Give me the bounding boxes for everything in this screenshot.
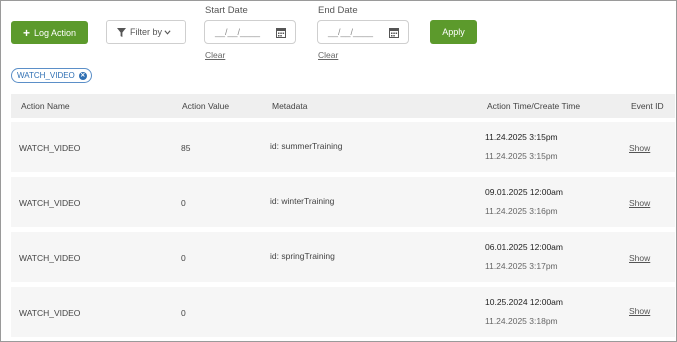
end-date-label: End Date bbox=[318, 5, 358, 16]
start-date-placeholder: __/__/____ bbox=[215, 27, 261, 37]
show-event-id-link[interactable]: Show bbox=[629, 198, 650, 208]
active-filter-label: WATCH_VIDEO bbox=[17, 71, 75, 80]
log-action-button[interactable]: + Log Action bbox=[11, 21, 88, 44]
metadata-cell: id: winterTraining bbox=[270, 196, 335, 206]
filter-by-label: Filter by bbox=[129, 27, 162, 37]
action-name-cell: WATCH_VIDEO bbox=[19, 308, 81, 318]
end-date-placeholder: __/__/____ bbox=[328, 27, 374, 37]
action-value-cell: 0 bbox=[181, 308, 186, 318]
apply-button[interactable]: Apply bbox=[430, 20, 477, 44]
show-event-id-link[interactable]: Show bbox=[629, 306, 650, 316]
end-date-clear-link[interactable]: Clear bbox=[318, 50, 338, 60]
action-time-cell: 09.01.2025 12:00am bbox=[485, 187, 563, 197]
table-row: WATCH_VIDEO 0 10.25.2024 12:00am 11.24.2… bbox=[11, 287, 675, 337]
action-value-cell: 0 bbox=[181, 253, 186, 263]
column-header-event-id: Event ID bbox=[631, 101, 664, 111]
action-name-cell: WATCH_VIDEO bbox=[19, 253, 81, 263]
active-filter-chip[interactable]: WATCH_VIDEO ✕ bbox=[11, 68, 92, 83]
create-time-cell: 11.24.2025 3:16pm bbox=[485, 206, 558, 216]
action-time-cell: 11.24.2025 3:15pm bbox=[485, 132, 558, 142]
calendar-icon[interactable] bbox=[276, 27, 286, 38]
start-date-input[interactable]: __/__/____ bbox=[204, 20, 296, 44]
create-time-cell: 11.24.2025 3:15pm bbox=[485, 151, 558, 161]
table-row: WATCH_VIDEO 0 id: winterTraining 09.01.2… bbox=[11, 177, 675, 227]
start-date-label: Start Date bbox=[205, 5, 248, 16]
create-time-cell: 11.24.2025 3:17pm bbox=[485, 261, 558, 271]
filter-icon bbox=[116, 27, 126, 37]
show-event-id-link[interactable]: Show bbox=[629, 143, 650, 153]
action-time-cell: 10.25.2024 12:00am bbox=[485, 297, 563, 307]
action-value-cell: 0 bbox=[181, 198, 186, 208]
column-header-action-time: Action Time/Create Time bbox=[487, 101, 581, 111]
action-log-panel: + Log Action Filter by Start Date __/__/… bbox=[0, 0, 677, 342]
start-date-clear-link[interactable]: Clear bbox=[205, 50, 225, 60]
calendar-icon[interactable] bbox=[389, 27, 399, 38]
table-header: Action Name Action Value Metadata Action… bbox=[11, 94, 675, 118]
action-time-cell: 06.01.2025 12:00am bbox=[485, 242, 563, 252]
table-row: WATCH_VIDEO 85 id: summerTraining 11.24.… bbox=[11, 122, 675, 172]
chevron-down-icon bbox=[164, 29, 171, 35]
table-row: WATCH_VIDEO 0 id: springTraining 06.01.2… bbox=[11, 232, 675, 282]
show-event-id-link[interactable]: Show bbox=[629, 253, 650, 263]
action-value-cell: 85 bbox=[181, 143, 191, 153]
remove-filter-icon[interactable]: ✕ bbox=[78, 71, 87, 80]
metadata-cell: id: summerTraining bbox=[270, 141, 343, 151]
column-header-action-name: Action Name bbox=[21, 101, 70, 111]
column-header-action-value: Action Value bbox=[182, 101, 230, 111]
action-name-cell: WATCH_VIDEO bbox=[19, 143, 81, 153]
column-header-metadata: Metadata bbox=[272, 101, 308, 111]
action-name-cell: WATCH_VIDEO bbox=[19, 198, 81, 208]
metadata-cell: id: springTraining bbox=[270, 251, 335, 261]
log-action-label: Log Action bbox=[33, 27, 77, 38]
filter-by-button[interactable]: Filter by bbox=[106, 20, 186, 44]
create-time-cell: 11.24.2025 3:18pm bbox=[485, 316, 558, 326]
plus-icon: + bbox=[22, 25, 30, 40]
end-date-input[interactable]: __/__/____ bbox=[317, 20, 409, 44]
